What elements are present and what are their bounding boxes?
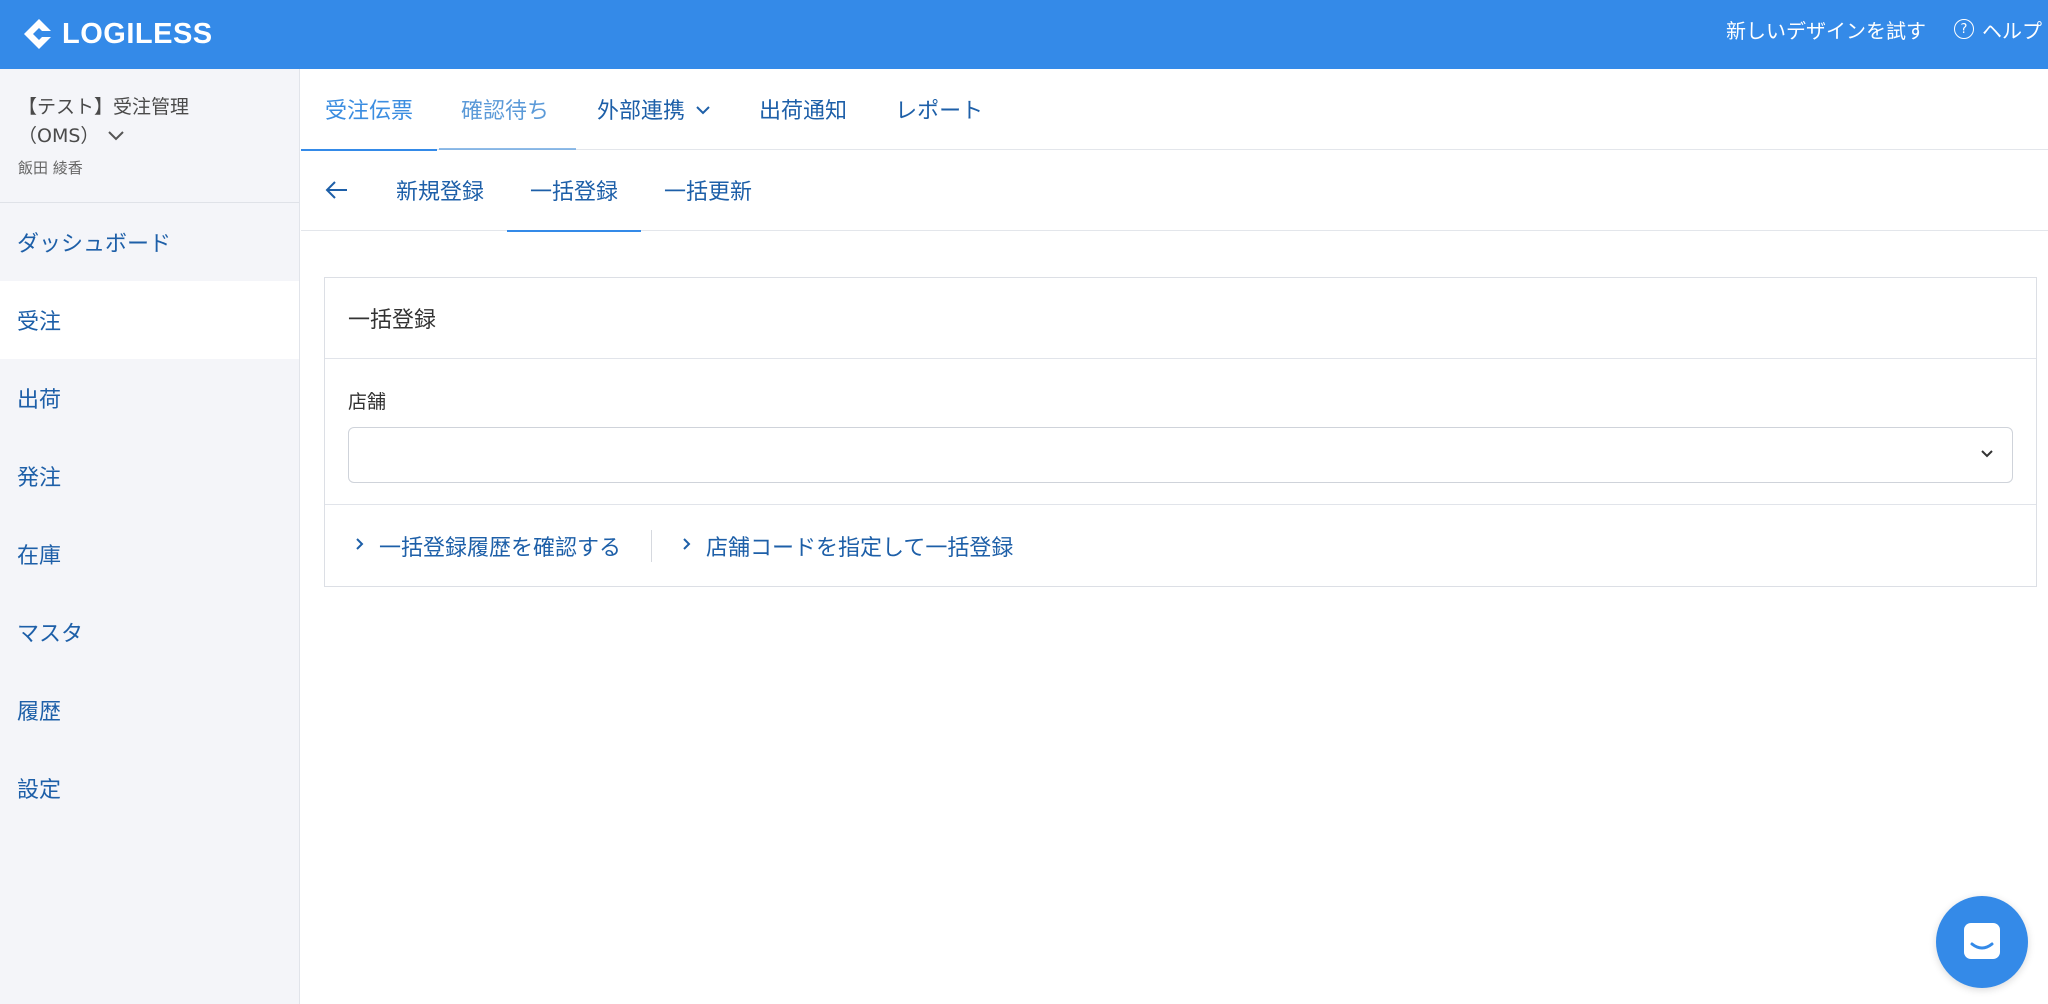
logo[interactable]: LOGILESS [22,14,213,54]
sidebar-item-shipping[interactable]: 出荷 [0,359,299,437]
org-name-line2-row: （OMS） [18,122,281,151]
tab-shipping-notice[interactable]: 出荷通知 [735,69,871,150]
try-new-design-link[interactable]: 新しいデザインを試す [1726,15,1926,44]
chevron-down-icon [1981,450,1993,458]
help-label: ヘルプ [1982,18,2042,43]
subtab-bulk-registration[interactable]: 一括登録 [507,150,642,232]
chat-button[interactable] [1936,896,2028,988]
tab-pending-confirmation[interactable]: 確認待ち [437,69,573,150]
tab-order-slips[interactable]: 受注伝票 [301,69,438,151]
secondary-tabs: 新規登録 一括登録 一括更新 [301,150,2048,232]
subtab-new-registration[interactable]: 新規登録 [373,150,507,231]
card-body: 店舗 [325,359,2036,505]
link-divider [651,529,653,562]
chevron-right-icon [682,535,692,556]
sidebar-item-master[interactable]: マスタ [0,593,299,671]
card-footer: 一括登録履歴を確認する 店舗コードを指定して一括登録 [325,505,2036,586]
bulk-registration-card: 一括登録 店舗 一括登録履歴を確認する 店舗コードを指定して一括登録 [324,277,2037,587]
chevron-down-icon [695,100,711,119]
sidebar-item-orders[interactable]: 受注 [0,281,299,359]
logo-text: LOGILESS [62,17,213,50]
tab-external-integration-label: 外部連携 [597,99,686,124]
sidebar-item-purchase[interactable]: 発注 [0,437,299,515]
card-title: 一括登録 [325,278,2036,359]
chevron-down-icon [107,122,125,151]
help-link[interactable]: ? ヘルプ [1954,15,2042,44]
help-icon: ? [1954,19,1974,39]
store-code-bulk-label: 店舗コードを指定して一括登録 [706,535,1014,561]
org-name: 【テスト】受注管理 （OMS） [18,93,281,151]
store-select[interactable] [348,427,2013,483]
tab-external-integration[interactable]: 外部連携 [573,69,735,150]
chat-icon [1964,923,2000,959]
org-switcher[interactable]: 【テスト】受注管理 （OMS） 飯田 綾香 [0,69,299,203]
tab-report[interactable]: レポート [871,69,1007,150]
sidebar: 【テスト】受注管理 （OMS） 飯田 綾香 ダッシュボード 受注 出荷 発注 在… [0,69,300,1004]
back-arrow-icon[interactable] [301,150,373,231]
sidebar-item-inventory[interactable]: 在庫 [0,515,299,593]
store-code-bulk-link[interactable]: 店舗コードを指定して一括登録 [682,530,1013,562]
chevron-right-icon [355,535,365,556]
org-name-line2: （OMS） [18,125,100,147]
org-name-line1: 【テスト】受注管理 [18,96,190,118]
bulk-history-label: 一括登録履歴を確認する [379,535,622,561]
top-bar: LOGILESS 新しいデザインを試す ? ヘルプ [0,0,2048,69]
main-content: 受注伝票 確認待ち 外部連携 出荷通知 レポート 新規登録 一括登録 一括更新 … [301,69,2048,1004]
user-name: 飯田 綾香 [18,159,83,177]
sidebar-item-settings[interactable]: 設定 [0,749,299,827]
sidebar-item-history[interactable]: 履歴 [0,671,299,749]
store-label: 店舗 [348,391,387,413]
subtab-bulk-update[interactable]: 一括更新 [641,150,775,231]
bulk-history-link[interactable]: 一括登録履歴を確認する [355,530,621,562]
primary-tabs: 受注伝票 確認待ち 外部連携 出荷通知 レポート [301,69,2048,151]
sidebar-item-dashboard[interactable]: ダッシュボード [0,203,299,281]
top-right-links: 新しいデザインを試す ? ヘルプ [1726,0,2048,58]
logiless-logo-icon [24,19,56,49]
